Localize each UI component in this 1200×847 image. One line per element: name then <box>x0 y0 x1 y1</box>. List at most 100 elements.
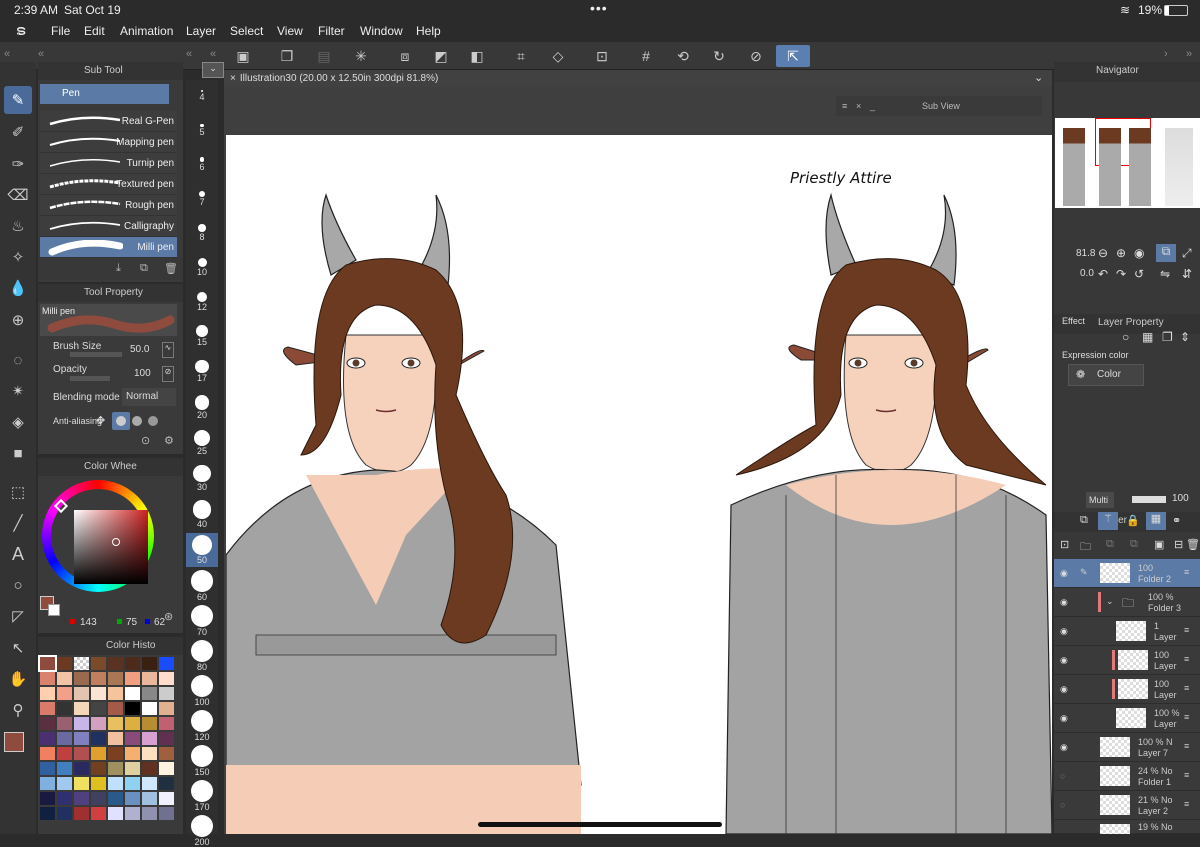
paste-icon[interactable]: ▤ <box>309 45 339 67</box>
color-history-swatch[interactable] <box>40 792 55 805</box>
color-history-swatch[interactable] <box>57 657 72 670</box>
brush-size-option[interactable]: 80 <box>186 638 218 672</box>
move-layer-icon[interactable]: ↖ <box>4 634 32 662</box>
opacity-slider[interactable] <box>70 376 110 381</box>
brush-size-option[interactable]: 5 <box>186 113 218 147</box>
color-history-swatch[interactable] <box>91 777 106 790</box>
color-history-swatch[interactable] <box>159 717 174 730</box>
color-history-swatch[interactable] <box>142 762 157 775</box>
color-history-swatch[interactable] <box>91 717 106 730</box>
collapse-left-icon-3[interactable]: « <box>186 48 192 60</box>
layer-menu-icon[interactable]: ≡ <box>1184 625 1189 635</box>
color-history-swatch[interactable] <box>91 792 106 805</box>
layer-menu-icon[interactable]: ≡ <box>1184 712 1189 722</box>
eye-icon[interactable]: ◉ <box>1060 742 1068 753</box>
color-history-swatch[interactable] <box>74 717 89 730</box>
size-palette-dropdown[interactable]: ⌄ <box>202 62 224 78</box>
color-history-swatch[interactable] <box>125 672 140 685</box>
color-history-swatch[interactable] <box>159 777 174 790</box>
brush-size-slider[interactable] <box>70 352 122 357</box>
saturation-square[interactable] <box>74 510 148 584</box>
eye-icon[interactable]: ◉ <box>1060 626 1068 637</box>
brush-size-option[interactable]: 100 <box>186 673 218 707</box>
brush-mapping-pen[interactable]: Mapping pen <box>40 132 177 153</box>
antialias-strong-icon[interactable] <box>148 416 158 426</box>
layer-row[interactable]: 19 % No <box>1054 820 1200 834</box>
color-history-swatch[interactable] <box>57 732 72 745</box>
duplicate-icon[interactable]: ⧉ <box>140 262 148 275</box>
brush-milli-pen[interactable]: Milli pen <box>40 237 177 258</box>
eye-icon[interactable]: ◉ <box>1060 655 1068 666</box>
selection-icon[interactable]: ⊡ <box>587 45 617 67</box>
flip-vertical-icon[interactable]: ⇵ <box>1182 267 1192 281</box>
color-history-swatch[interactable] <box>142 687 157 700</box>
chevron-down-icon[interactable]: ⌄ <box>1106 596 1114 607</box>
color-history-swatch[interactable] <box>159 792 174 805</box>
color-history-swatch[interactable] <box>108 657 123 670</box>
color-history-swatch[interactable] <box>108 687 123 700</box>
minimize-icon[interactable]: _ <box>870 96 875 116</box>
new-folder-icon[interactable]: 🗀 <box>1080 538 1091 557</box>
color-history-swatch[interactable] <box>108 762 123 775</box>
copy-icon[interactable]: ❐ <box>272 45 302 67</box>
eye-icon[interactable]: ◉ <box>1060 684 1068 695</box>
line-tool-icon[interactable]: ╱ <box>4 509 32 537</box>
layer-menu-icon[interactable]: ≡ <box>1184 799 1189 809</box>
drawing-canvas[interactable]: Priestly Attire <box>226 135 1052 834</box>
layer-menu-icon[interactable]: ≡ <box>1184 567 1189 577</box>
color-history-swatch[interactable] <box>108 702 123 715</box>
close-tab-icon[interactable]: × <box>230 73 236 84</box>
color-history-swatch[interactable] <box>142 807 157 820</box>
eye-icon[interactable]: ◉ <box>1060 568 1068 579</box>
color-history-swatch[interactable] <box>38 655 57 672</box>
subtool-group-pen[interactable]: Pen <box>40 84 169 104</box>
collapse-left-icon-2[interactable]: « <box>38 48 44 60</box>
chevron-right-icon[interactable]: › <box>1164 48 1168 60</box>
color-history-swatch[interactable] <box>159 687 174 700</box>
home-indicator[interactable] <box>478 822 722 827</box>
fill-tool-icon[interactable]: ◈ <box>4 408 32 436</box>
merge-icon[interactable]: ⧉ <box>1106 538 1114 551</box>
blend-tool-icon[interactable]: 💧 <box>4 274 32 302</box>
menu-file[interactable]: File <box>51 24 70 38</box>
color-history-swatch[interactable] <box>108 792 123 805</box>
brush-size-option[interactable]: 70 <box>186 603 218 637</box>
color-history-swatch[interactable] <box>159 762 174 775</box>
color-history-swatch[interactable] <box>142 792 157 805</box>
lasso-tool-icon[interactable]: ◌ <box>4 346 32 374</box>
menu-view[interactable]: View <box>277 24 303 38</box>
color-history-swatch[interactable] <box>74 777 89 790</box>
color-history-swatch[interactable] <box>40 807 55 820</box>
grid-icon[interactable]: # <box>631 45 661 67</box>
save-icon[interactable]: ▣ <box>228 45 258 67</box>
color-history-swatch[interactable] <box>91 747 106 760</box>
layer-menu-icon[interactable]: ≡ <box>1184 654 1189 664</box>
gradient-tool-icon[interactable]: ■ <box>4 439 32 467</box>
color-history-swatch[interactable] <box>108 807 123 820</box>
lock-icon[interactable]: 🔒 <box>1126 514 1140 527</box>
color-history-swatch[interactable] <box>91 762 106 775</box>
sub-color-small-swatch[interactable] <box>48 604 60 616</box>
color-history-swatch[interactable] <box>74 807 89 820</box>
fit-icon[interactable]: ◉ <box>1134 246 1144 260</box>
layer-menu-icon[interactable]: ≡ <box>1184 683 1189 693</box>
layer-opacity-slider[interactable] <box>1132 496 1166 503</box>
brush-rough-pen[interactable]: Rough pen <box>40 195 177 216</box>
frame-tool-icon[interactable]: ◸ <box>4 602 32 630</box>
color-history-swatch[interactable] <box>125 687 140 700</box>
brush-size-value[interactable]: 50.0 <box>130 344 149 355</box>
brush-size-option[interactable]: 170 <box>186 778 218 812</box>
subview-bar[interactable]: ≡ × _ Sub View <box>836 96 1042 116</box>
eraser-tool-icon[interactable]: ⌫ <box>4 181 32 209</box>
color-history-swatch[interactable] <box>57 747 72 760</box>
color-history-swatch[interactable] <box>57 702 72 715</box>
menu-help[interactable]: Help <box>416 24 441 38</box>
loading-icon[interactable]: ✳ <box>346 45 376 67</box>
color-history-swatch[interactable] <box>57 672 72 685</box>
blending-select[interactable]: Normal <box>122 388 176 406</box>
color-history-swatch[interactable] <box>125 792 140 805</box>
layer-row[interactable]: ○ 24 % No Folder 1 ≡ <box>1054 762 1200 791</box>
menu-select[interactable]: Select <box>230 24 263 38</box>
color-history-swatch[interactable] <box>142 702 157 715</box>
color-history-swatch[interactable] <box>125 732 140 745</box>
